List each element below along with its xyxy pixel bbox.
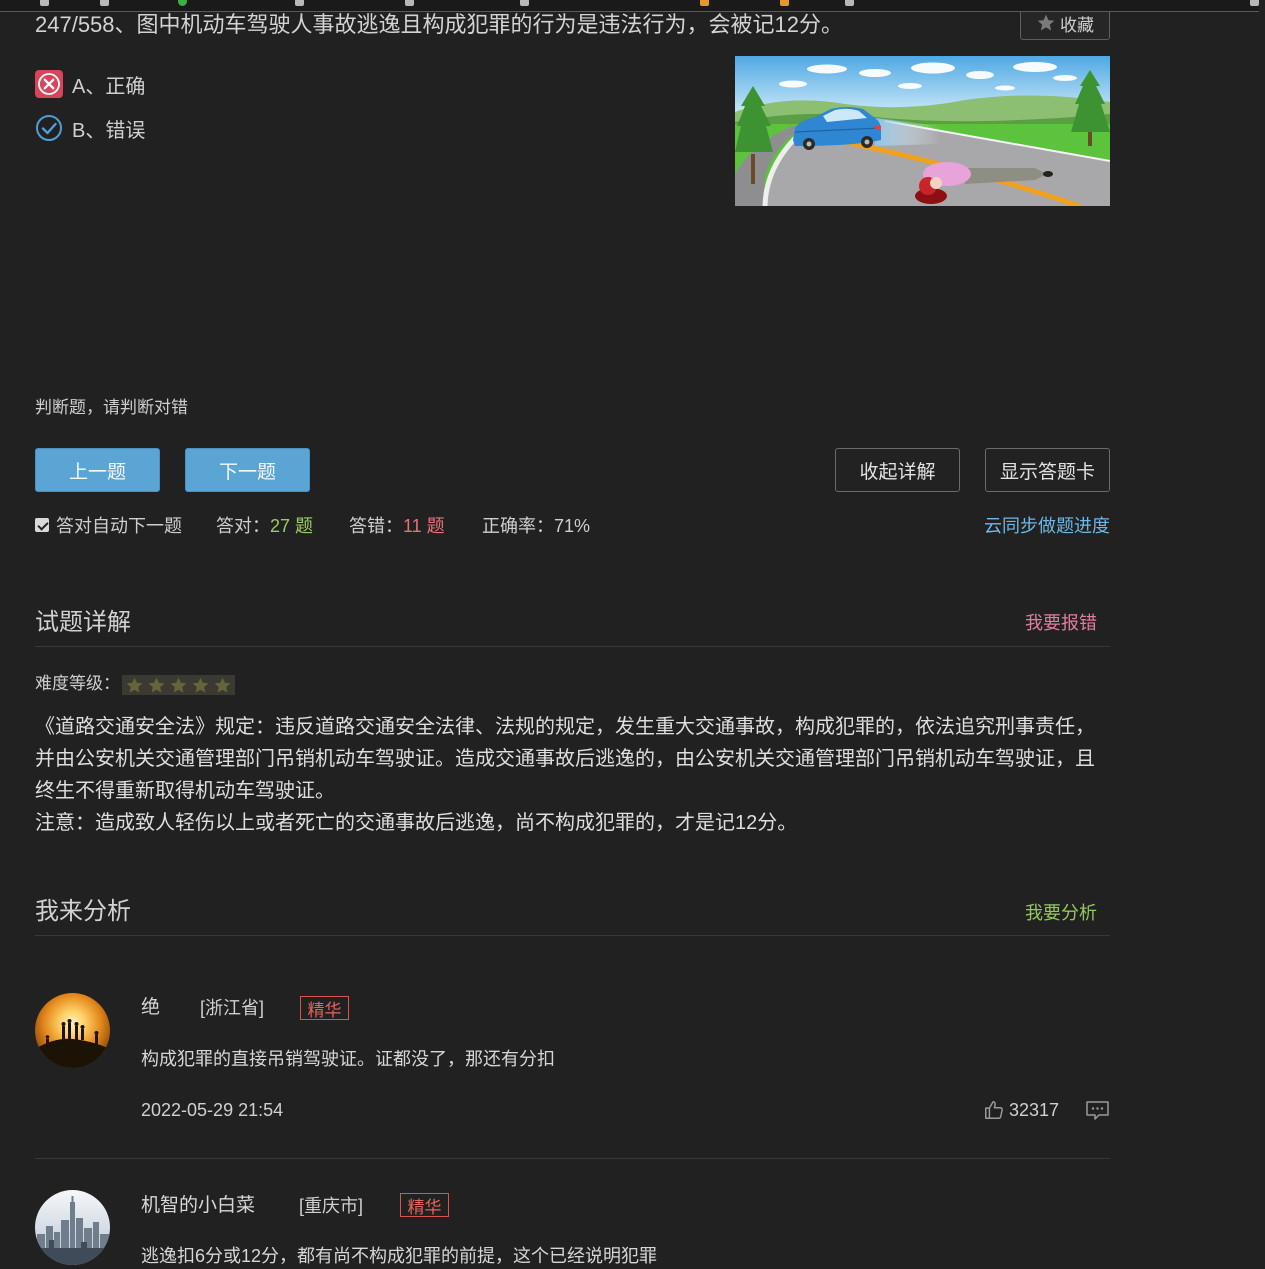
bookmark-icon[interactable] — [100, 0, 109, 6]
check-circle-icon — [36, 115, 62, 141]
wrong-count: 答错：11 题 — [349, 514, 445, 538]
wrong-mark-icon — [35, 70, 63, 98]
question-title: 247/558、图中机动车驾驶人事故逃逸且构成犯罪的行为是违法行为，会被记12分… — [35, 12, 843, 37]
bookmark-icon[interactable] — [700, 0, 709, 6]
wrong-count-label: 答错： — [349, 516, 403, 536]
accuracy-value: 71% — [554, 516, 591, 536]
comment-time: 2022-05-29 21:54 — [141, 1100, 284, 1120]
explanation-paragraph: 注意：造成致人轻伤以上或者死亡的交通事故后逃逸，尚不构成犯罪的，才是记12分。 — [35, 812, 798, 834]
bookmark-icon[interactable] — [520, 0, 529, 6]
correct-count: 答对：27 题 — [216, 514, 313, 538]
difficulty-stars — [122, 675, 235, 695]
bookmark-icon[interactable] — [1250, 0, 1259, 6]
difficulty-star-icon — [126, 677, 143, 693]
divider — [35, 935, 1110, 936]
difficulty-star-icon — [170, 677, 187, 693]
difficulty-star-icon — [214, 677, 230, 693]
comment-username[interactable]: 机智的小白菜 — [141, 1195, 255, 1217]
correct-count-value: 27 题 — [270, 516, 314, 536]
comment-icon[interactable] — [1085, 1100, 1110, 1121]
bookmark-icon[interactable] — [178, 0, 187, 6]
option-label: B、错误 — [72, 119, 146, 142]
prev-question-button[interactable]: 上一题 — [35, 448, 160, 492]
option-b[interactable]: B、错误 — [35, 114, 145, 142]
comment-text: 逃逸扣6分或12分，都有尚不构成犯罪的前提，这个已经说明犯罪 — [141, 1246, 658, 1266]
accuracy: 正确率：71% — [482, 514, 590, 538]
bookmark-bar — [0, 0, 1259, 12]
explanation-text: 《道路交通安全法》规定：违反道路交通安全法律、法规的规定，发生重大交通事故，构成… — [35, 711, 1113, 839]
accuracy-label: 正确率： — [482, 516, 554, 536]
question-type-hint: 判断题，请判断对错 — [35, 398, 188, 417]
correct-count-label: 答对： — [216, 516, 270, 536]
page: 247/558、图中机动车驾驶人事故逃逸且构成犯罪的行为是违法行为，会被记12分… — [0, 0, 1265, 1269]
star-icon — [1037, 14, 1055, 31]
comment-username[interactable]: 绝 — [141, 997, 160, 1019]
option-a[interactable]: A、正确 — [35, 70, 145, 98]
bookmark-icon[interactable] — [845, 0, 854, 6]
report-error-link[interactable]: 我要报错 — [1025, 612, 1097, 634]
question-image — [735, 56, 1110, 206]
auto-next-checkbox[interactable] — [35, 518, 49, 532]
difficulty-label: 难度等级： — [35, 674, 120, 693]
analysis-heading: 我来分析 — [35, 898, 131, 925]
comment-region: [重庆市] — [299, 1196, 364, 1216]
bookmark-icon[interactable] — [40, 0, 49, 6]
divider — [35, 646, 1110, 647]
wrong-count-value: 11 题 — [403, 516, 445, 536]
add-analysis-link[interactable]: 我要分析 — [1025, 902, 1097, 924]
bookmark-icon[interactable] — [405, 0, 414, 6]
featured-badge: 精华 — [300, 996, 349, 1020]
divider — [35, 1158, 1110, 1159]
explanation-heading: 试题详解 — [35, 609, 131, 636]
favorite-label: 收藏 — [1060, 15, 1094, 35]
avatar[interactable] — [35, 993, 110, 1068]
auto-next-label[interactable]: 答对自动下一题 — [56, 514, 182, 538]
bookmark-icon[interactable] — [780, 0, 789, 6]
comment-text: 构成犯罪的直接吊销驾驶证。证都没了，那还有分扣 — [141, 1049, 555, 1069]
next-question-button[interactable]: 下一题 — [185, 448, 310, 492]
cloud-sync-link[interactable]: 云同步做题进度 — [984, 514, 1110, 538]
avatar[interactable] — [35, 1190, 110, 1265]
comment-region: [浙江省] — [200, 998, 265, 1018]
thumb-up-icon[interactable] — [983, 1099, 1005, 1121]
like-count[interactable]: 32317 — [1009, 1100, 1059, 1120]
explanation-paragraph: 《道路交通安全法》规定：违反道路交通安全法律、法规的规定，发生重大交通事故，构成… — [35, 716, 1095, 802]
difficulty-star-icon — [192, 677, 209, 693]
bookmark-icon[interactable] — [295, 0, 304, 6]
difficulty-star-icon — [148, 677, 165, 693]
option-label: A、正确 — [72, 75, 146, 98]
collapse-details-button[interactable]: 收起详解 — [835, 448, 960, 492]
show-answer-card-button[interactable]: 显示答题卡 — [985, 448, 1110, 492]
featured-badge: 精华 — [400, 1193, 449, 1217]
